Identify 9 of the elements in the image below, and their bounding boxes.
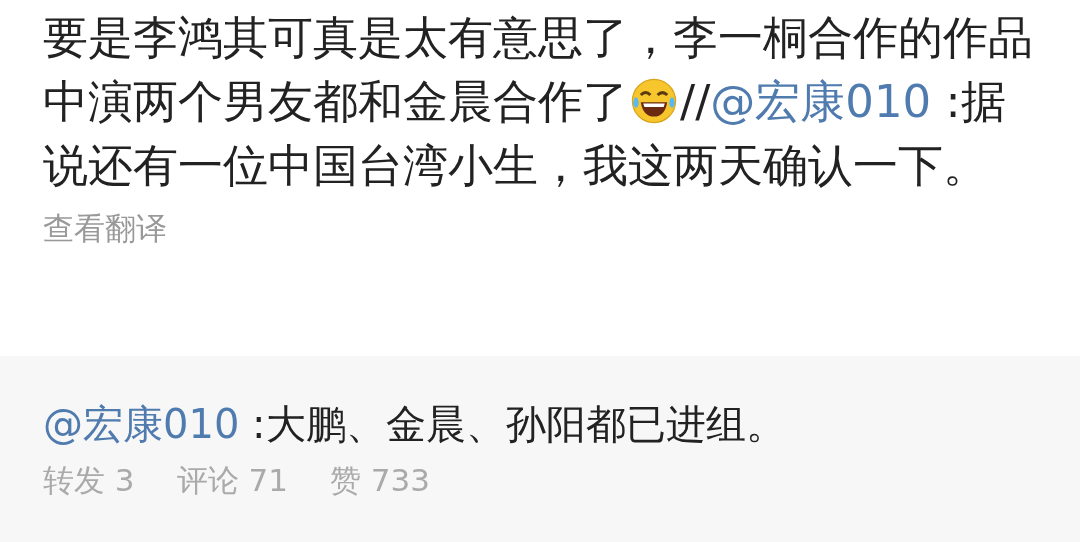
post-text: 要是李鸿其可真是太有意思了，李一桐合作的作品中演两个男友都和金晨合作了 //@宏康010 :据说还有一位中国台湾小生，我这两天确认一下。 xyxy=(43,10,1033,194)
retweet-text: @宏康010 :大鹏、金晨、孙阳都已进组。 xyxy=(43,400,787,449)
laughing-emoji-icon xyxy=(630,77,678,125)
translate-link[interactable]: 查看翻译 xyxy=(43,208,167,250)
mention-link[interactable]: @宏康010 xyxy=(710,75,932,128)
stat-link[interactable]: 转发 3 xyxy=(43,460,135,502)
stat-link[interactable]: 赞 733 xyxy=(329,460,430,502)
stat-link[interactable]: 评论 71 xyxy=(176,460,288,502)
mention-link[interactable]: @宏康010 xyxy=(43,401,240,447)
